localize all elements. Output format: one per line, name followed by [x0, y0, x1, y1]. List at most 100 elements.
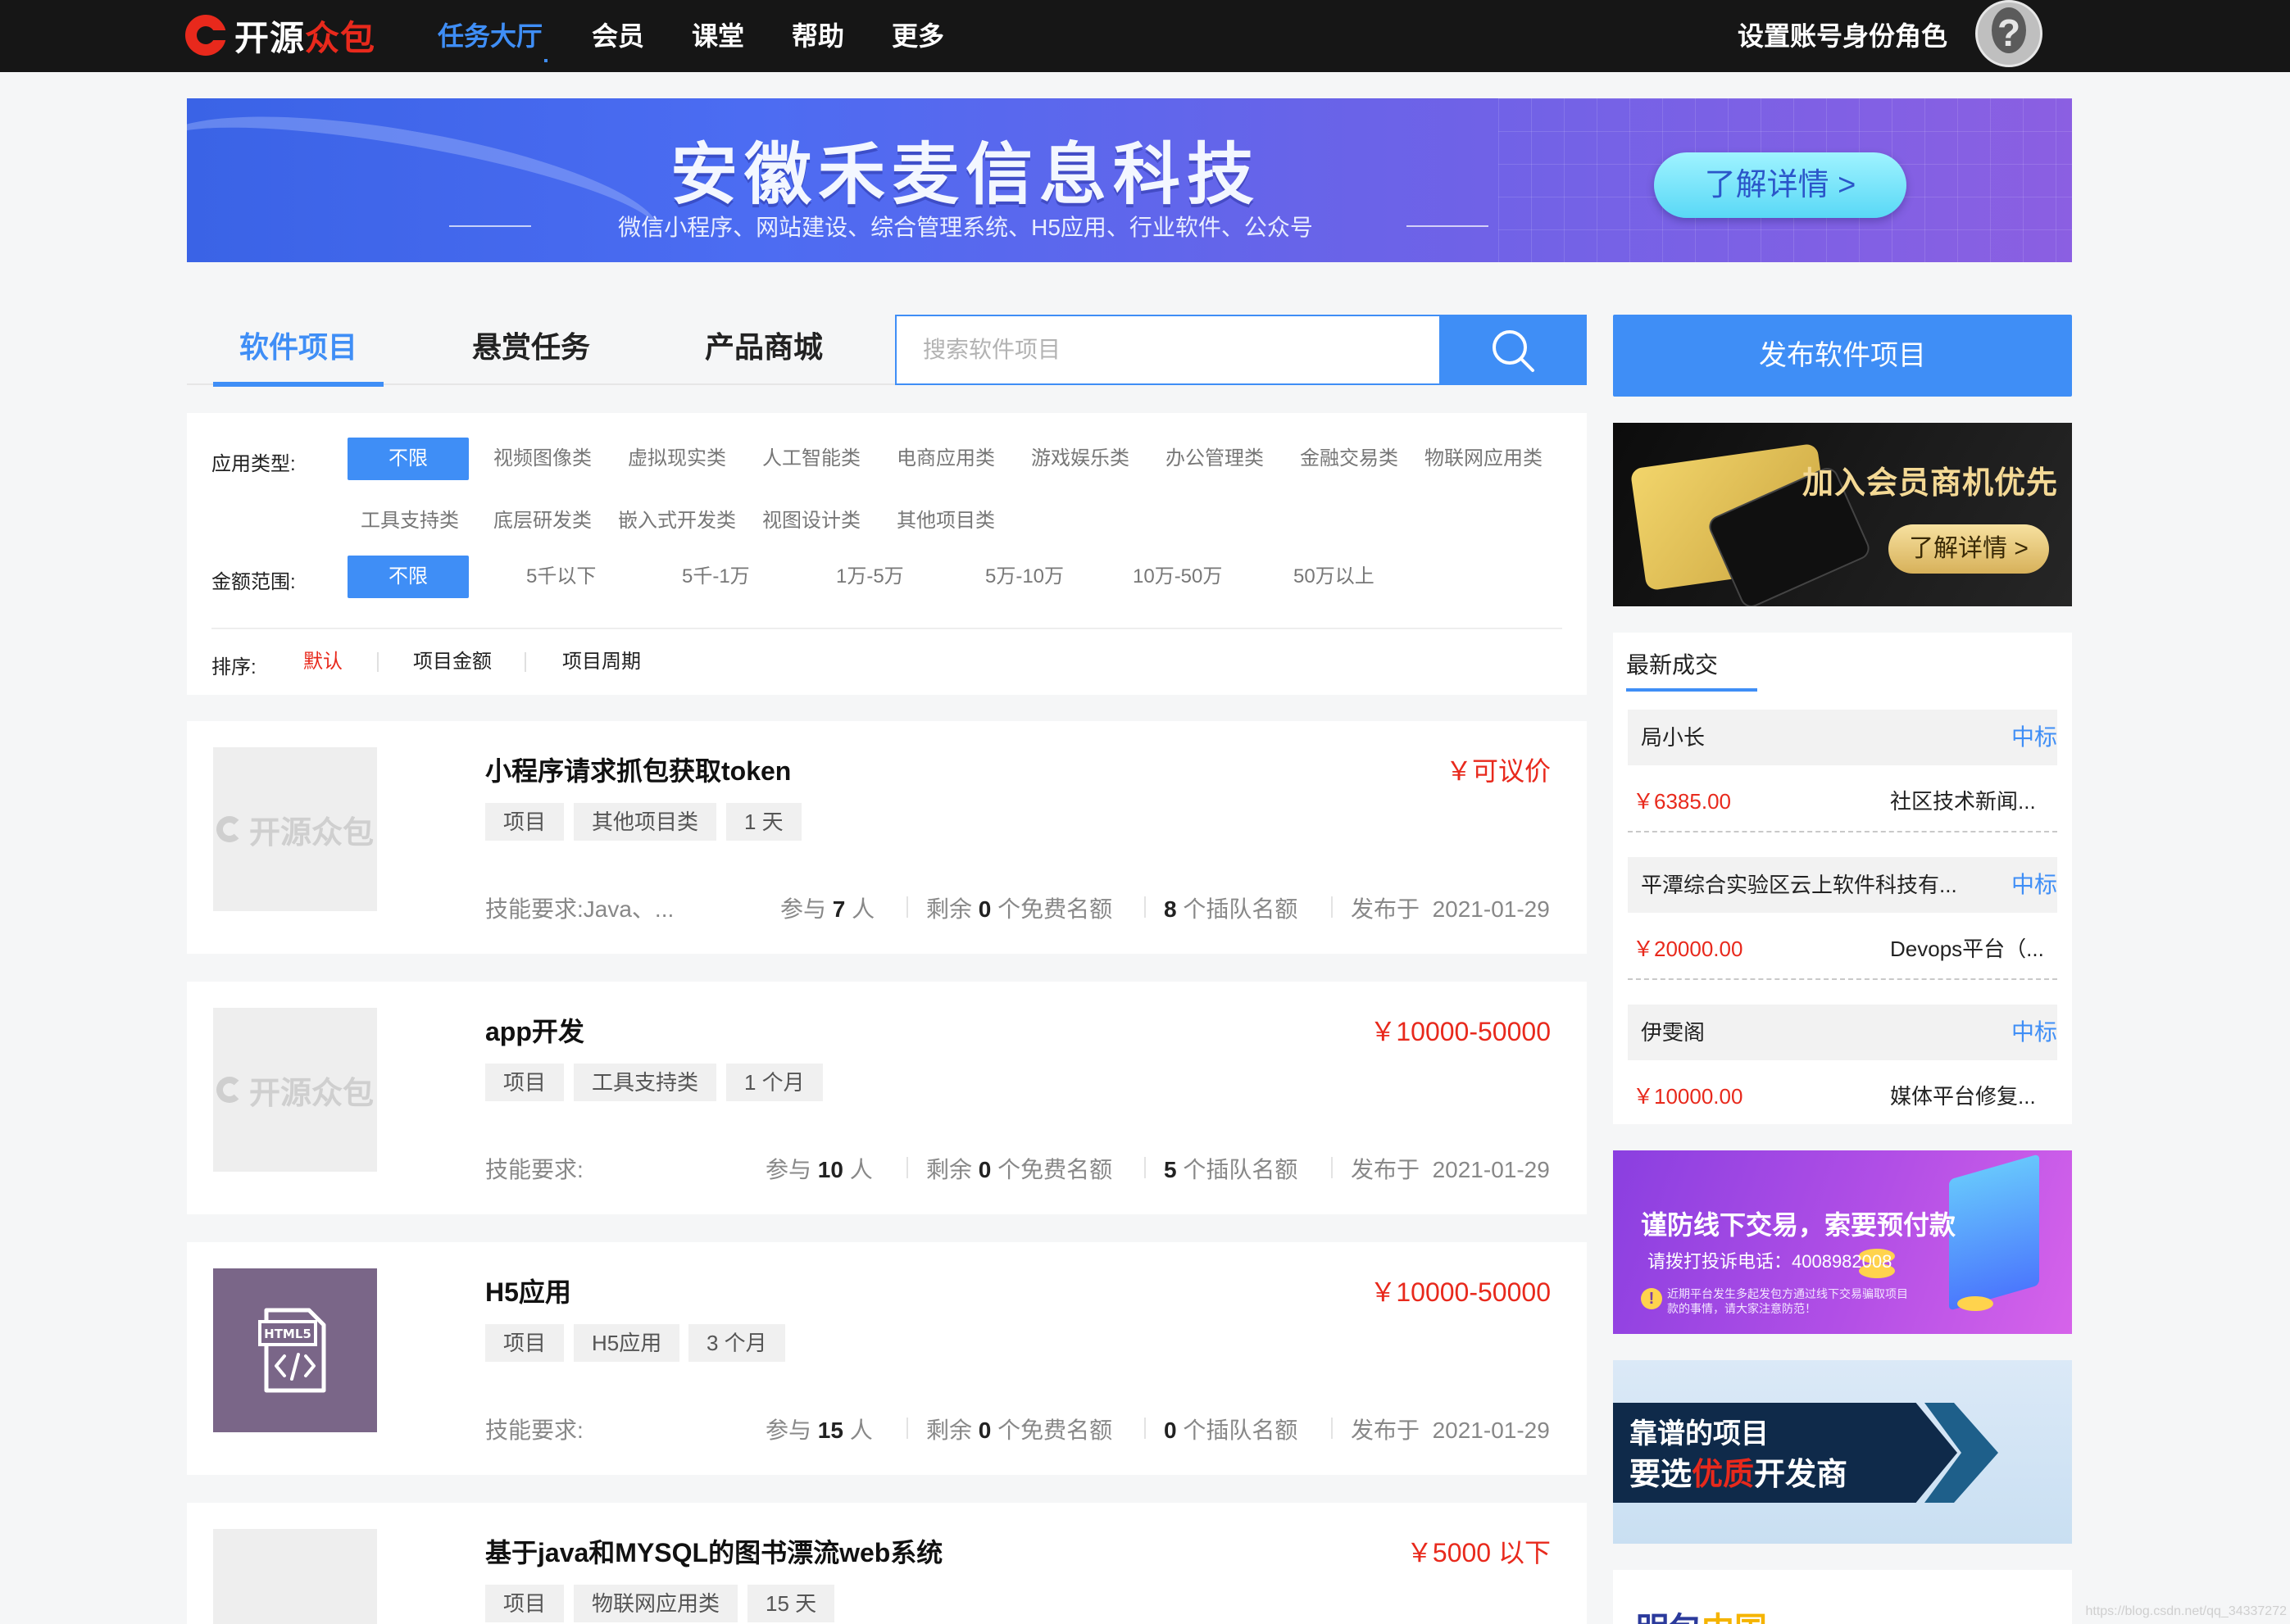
queue-slots-count: 8	[1164, 896, 1177, 922]
publish-project-button[interactable]: 发布软件项目	[1613, 315, 2072, 397]
project-price: ￥5000 以下	[1406, 1538, 1551, 1567]
type-option[interactable]: 人工智能类	[762, 438, 861, 480]
nav-membership[interactable]: 会员	[592, 11, 644, 61]
project-publish-date: 发布于 2021-01-29	[1351, 1152, 1550, 1185]
queue-slots-unit: 个插队名额	[1183, 1157, 1298, 1182]
thumbnail-logo-text: 开源众包	[248, 1076, 374, 1111]
filter-divider	[211, 628, 1562, 629]
account-role-link[interactable]: 设置账号身份角色	[1738, 11, 1947, 61]
project-skills: 技能要求:Java、...	[485, 891, 674, 924]
banner-details-button[interactable]: 了解详情 >	[1654, 152, 1906, 218]
project-tag: 项目	[485, 803, 565, 841]
developer-ad[interactable]: 靠谱的项目 要选优质开发商	[1613, 1360, 2072, 1544]
project-title[interactable]: 基于java和MYSQL的图书漂流web系统	[485, 1532, 943, 1570]
project-card[interactable]: 开源众包 小程序请求抓包获取token ￥可议价 项目 其他项目类 1 天 技能…	[187, 721, 1587, 954]
participants-unit: 人	[849, 1157, 873, 1182]
project-tag: 项目	[485, 1064, 565, 1101]
type-option[interactable]: 视频图像类	[493, 438, 592, 480]
type-option[interactable]: 底层研发类	[493, 500, 592, 542]
type-option[interactable]: 金融交易类	[1300, 438, 1398, 480]
search-button[interactable]	[1439, 316, 1585, 383]
meta-separator	[906, 1418, 908, 1439]
logo-c-icon	[185, 15, 228, 56]
deal-project[interactable]: 社区技术新闻...	[1890, 785, 2054, 815]
membership-ad[interactable]: 加入会员商机优先 了解详情 >	[1613, 423, 2072, 606]
type-option[interactable]: 物联网应用类	[1424, 438, 1543, 480]
promo-banner[interactable]: 安徽禾麦信息科技 微信小程序、网站建设、综合管理系统、H5应用、行业软件、公众号…	[187, 98, 2072, 262]
site-logo[interactable]: 开源众包	[185, 8, 375, 62]
deal-item[interactable]: 平潭综合实验区云上软件科技有... 中标	[1628, 857, 2057, 913]
participants-label: 参与	[766, 1157, 812, 1182]
free-slots-count: 0	[978, 1157, 992, 1182]
project-card[interactable]: 开源众包 app开发 ￥10000-50000 项目 工具支持类 1 个月 技能…	[187, 982, 1587, 1214]
amount-range-label: 金额范围:	[211, 571, 296, 593]
meta-separator	[1331, 1418, 1333, 1439]
nav-classroom[interactable]: 课堂	[692, 11, 744, 61]
type-option[interactable]: 虚拟现实类	[628, 438, 726, 480]
deal-item[interactable]: 伊雯阁 中标	[1628, 1005, 2057, 1060]
deal-item[interactable]: 局小长 中标	[1628, 710, 2057, 765]
type-option[interactable]: 办公管理类	[1165, 438, 1264, 480]
amount-option[interactable]: 1万-5万	[836, 556, 904, 598]
amount-option[interactable]: 5千以下	[526, 556, 596, 598]
project-skills: 技能要求:	[485, 1152, 584, 1185]
free-slots-unit: 个免费名额	[997, 1418, 1113, 1443]
developer-ad-line2-a: 要选	[1629, 1458, 1693, 1492]
meta-separator	[1331, 896, 1333, 918]
project-card[interactable]: 开源众包 基于java和MYSQL的图书漂流web系统 ￥5000 以下 项目 …	[187, 1503, 1587, 1624]
next-ad-title: 明包中国	[1636, 1603, 1767, 1624]
app-type-label: 应用类型:	[211, 453, 296, 475]
search-box	[895, 315, 1587, 385]
amount-option[interactable]: 5万-10万	[985, 556, 1064, 598]
user-avatar[interactable]: ?	[1975, 0, 2042, 67]
deal-project[interactable]: 媒体平台修复...	[1890, 1080, 2054, 1110]
type-option[interactable]: 视图设计类	[762, 500, 861, 542]
latest-deals-panel: 最新成交 局小长 中标 ￥6385.00 社区技术新闻... 平潭综合实验区云上…	[1613, 633, 2072, 1124]
project-title[interactable]: app开发	[485, 1011, 584, 1049]
sort-amount[interactable]: 项目金额	[413, 641, 492, 683]
html5-icon-label: HTML5	[264, 1327, 311, 1341]
participants-unit: 人	[849, 1418, 873, 1443]
nav-more[interactable]: 更多	[892, 11, 944, 61]
project-title[interactable]: H5应用	[485, 1272, 571, 1309]
skills-label: 技能要求:	[485, 1418, 584, 1443]
search-input[interactable]	[897, 316, 1439, 383]
membership-ad-button[interactable]: 了解详情 >	[1888, 524, 2049, 574]
meta-separator	[1144, 896, 1146, 918]
deal-project[interactable]: Devops平台（...	[1890, 932, 2054, 963]
developer-ad-line2: 要选优质开发商	[1629, 1449, 1847, 1494]
project-tag: 1 天	[726, 803, 802, 841]
amount-option[interactable]: 5千-1万	[682, 556, 750, 598]
project-tag: 15 天	[747, 1585, 835, 1622]
type-option-any[interactable]: 不限	[348, 438, 469, 480]
sort-separator	[377, 652, 379, 672]
sort-duration[interactable]: 项目周期	[562, 641, 641, 683]
amount-option[interactable]: 10万-50万	[1133, 556, 1222, 598]
latest-deals-underline	[1626, 688, 1757, 692]
free-slots-label: 剩余	[926, 1157, 973, 1182]
tab-product-store[interactable]: 产品商城	[705, 315, 823, 385]
published-label: 发布于	[1351, 1157, 1420, 1182]
sort-default[interactable]: 默认	[303, 641, 343, 683]
type-option[interactable]: 电商应用类	[897, 438, 995, 480]
next-ad-partial[interactable]: 明包中国	[1613, 1570, 2072, 1624]
amount-option-any[interactable]: 不限	[348, 556, 469, 598]
type-option[interactable]: 嵌入式开发类	[618, 500, 736, 542]
nav-task-hall[interactable]: 任务大厅	[438, 11, 543, 61]
free-slots-label: 剩余	[926, 1418, 973, 1443]
type-option[interactable]: 游戏娱乐类	[1031, 438, 1129, 480]
type-option[interactable]: 工具支持类	[361, 500, 459, 542]
project-title[interactable]: 小程序请求抓包获取token	[485, 751, 791, 788]
nav-help[interactable]: 帮助	[792, 11, 844, 61]
published-label: 发布于	[1351, 896, 1420, 922]
project-tag: H5应用	[574, 1324, 680, 1362]
fraud-warning-ad[interactable]: 谨防线下交易，索要预付款 请拨打投诉电话：4008982008 ! 近期平台发生…	[1613, 1150, 2072, 1334]
tab-software-projects[interactable]: 软件项目	[212, 315, 384, 387]
participants-count: 10	[817, 1157, 843, 1182]
type-option[interactable]: 其他项目类	[897, 500, 995, 542]
deal-amount: ￥6385.00	[1633, 789, 1731, 814]
project-card[interactable]: HTML5 H5应用 ￥10000-50000 项目 H5应用 3 个月 技能要…	[187, 1242, 1587, 1475]
tab-bounty-tasks[interactable]: 悬赏任务	[472, 315, 590, 385]
amount-option[interactable]: 50万以上	[1293, 556, 1374, 598]
banner-rule-right	[1406, 225, 1488, 227]
